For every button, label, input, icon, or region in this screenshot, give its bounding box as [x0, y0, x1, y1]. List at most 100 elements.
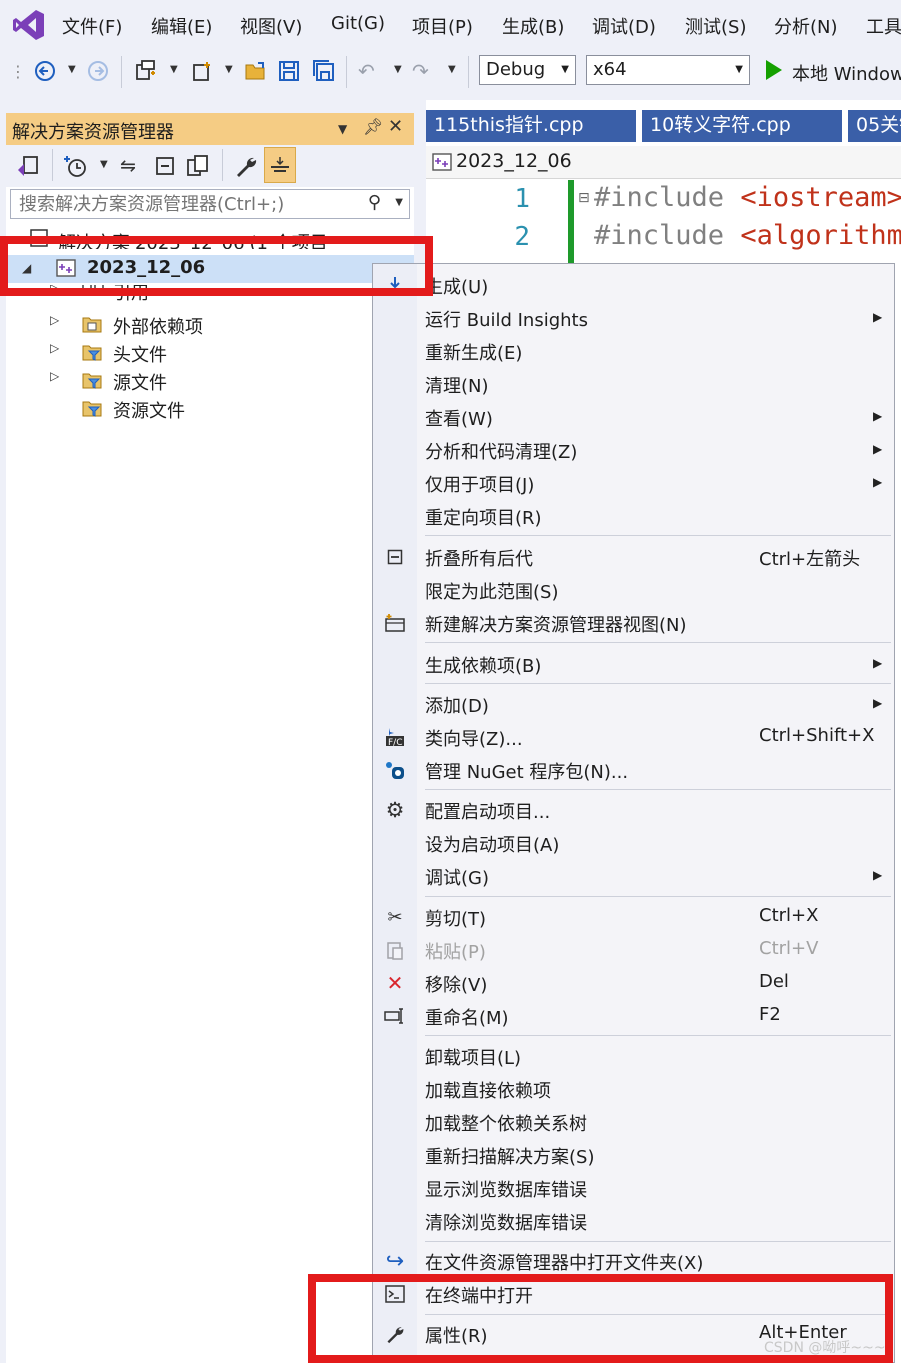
- menu-item-load-direct-deps[interactable]: 加载直接依赖项: [373, 1073, 894, 1106]
- menu-item-rescan-solution[interactable]: 重新扫描解决方案(S): [373, 1139, 894, 1172]
- tree-item-source-files[interactable]: ▷ 源文件: [6, 367, 414, 395]
- back-dropdown-icon[interactable]: ▼: [68, 64, 76, 75]
- tree-item-external-dependencies[interactable]: ▷ 外部依赖项: [6, 311, 414, 339]
- menu-item-project-only[interactable]: 仅用于项目(J) ▶: [373, 467, 894, 500]
- sync-with-active-document-icon[interactable]: ⇋: [120, 153, 136, 179]
- menu-item-new-explorer-view[interactable]: 新建解决方案资源管理器视图(N): [373, 607, 894, 640]
- rename-icon: [383, 1005, 407, 1027]
- menu-tools[interactable]: 工具: [866, 13, 901, 39]
- expand-arrow-icon[interactable]: ▷: [50, 313, 59, 327]
- menu-item-label: 折叠所有后代: [425, 549, 533, 570]
- menu-item-retarget-project[interactable]: 重定向项目(R): [373, 500, 894, 533]
- menu-item-show-browse-db-errors[interactable]: 显示浏览数据库错误: [373, 1172, 894, 1205]
- undo-dropdown-icon[interactable]: ▼: [394, 64, 402, 75]
- solution-explorer-search[interactable]: ⚲ ▼: [10, 189, 410, 219]
- run-button-label[interactable]: 本地 Windows: [792, 60, 901, 86]
- menu-item-label: 重定向项目(R): [425, 508, 542, 529]
- pin-icon[interactable]: 📌︎: [363, 117, 383, 136]
- panel-menu-icon[interactable]: ▼: [338, 122, 347, 136]
- forward-icon[interactable]: [87, 58, 109, 84]
- tab-file[interactable]: 05关键: [848, 110, 901, 142]
- expand-arrow-icon[interactable]: ▷: [50, 341, 59, 355]
- menu-item-shortcut: Ctrl+左箭头: [759, 549, 861, 570]
- menu-item-run-build-insights[interactable]: 运行 Build Insights ▶: [373, 302, 894, 335]
- menu-item-view[interactable]: 查看(W) ▶: [373, 401, 894, 434]
- menu-item-paste[interactable]: 粘贴(P) Ctrl+V: [373, 934, 894, 967]
- platform-select[interactable]: x64 ▼: [586, 55, 750, 85]
- menu-item-rename[interactable]: 重命名(M) F2: [373, 1000, 894, 1033]
- menu-item-remove[interactable]: ✕ 移除(V) Del: [373, 967, 894, 1000]
- menu-debug[interactable]: 调试(D): [592, 13, 656, 39]
- back-icon[interactable]: [34, 58, 56, 84]
- configuration-select[interactable]: Debug ▼: [479, 55, 576, 85]
- menu-test[interactable]: 测试(S): [685, 13, 746, 39]
- menu-item-class-wizard[interactable]: F/C 类向导(Z)... Ctrl+Shift+X: [373, 721, 894, 754]
- open-folder-icon[interactable]: [244, 58, 268, 84]
- solution-config-icon[interactable]: [134, 58, 158, 84]
- menu-separator: [425, 1035, 891, 1036]
- outline-collapse-icon[interactable]: ⊟: [578, 190, 590, 206]
- menu-item-rebuild[interactable]: 重新生成(E): [373, 335, 894, 368]
- tab-file[interactable]: 115this指针.cpp: [426, 110, 636, 142]
- code-line[interactable]: #include <iostream>: [594, 182, 901, 213]
- menu-view[interactable]: 视图(V): [240, 13, 302, 39]
- show-all-files-icon[interactable]: [186, 153, 210, 179]
- save-icon[interactable]: [278, 58, 300, 84]
- switch-views-icon[interactable]: [16, 153, 40, 179]
- menu-item-manage-nuget[interactable]: 管理 NuGet 程序包(N)...: [373, 754, 894, 787]
- properties-wrench-icon[interactable]: [234, 153, 258, 179]
- menu-item-shortcut: F2: [759, 1004, 781, 1025]
- filter-dropdown-icon[interactable]: ▼: [100, 159, 108, 170]
- close-icon[interactable]: ✕: [388, 116, 403, 137]
- highlight-box-project: [0, 236, 433, 296]
- menu-item-add[interactable]: 添加(D) ▶: [373, 688, 894, 721]
- code-line[interactable]: #include <algorithm>: [594, 220, 901, 251]
- pending-changes-filter-icon[interactable]: [64, 153, 88, 179]
- menu-edit[interactable]: 编辑(E): [151, 13, 212, 39]
- search-input[interactable]: [17, 193, 361, 216]
- include-target: <algorithm>: [740, 220, 901, 251]
- save-all-icon[interactable]: [312, 58, 336, 84]
- solution-explorer-header: 解决方案资源管理器 ▼ 📌︎ ✕: [6, 113, 414, 145]
- collapse-all-icon[interactable]: [154, 153, 176, 179]
- menu-item-label: 重命名(M): [425, 1008, 509, 1029]
- expand-arrow-icon[interactable]: ▷: [50, 369, 59, 383]
- redo-icon[interactable]: ↷: [412, 58, 429, 84]
- menu-item-cut[interactable]: ✂ 剪切(T) Ctrl+X: [373, 901, 894, 934]
- menu-item-debug[interactable]: 调试(G) ▶: [373, 860, 894, 893]
- project-context-menu: 生成(U) 运行 Build Insights ▶ 重新生成(E) 清理(N) …: [372, 263, 895, 1363]
- menu-item-load-dep-tree[interactable]: 加载整个依赖关系树: [373, 1106, 894, 1139]
- navigation-bar[interactable]: 2023_12_06: [426, 146, 901, 179]
- menu-item-scope-to-this[interactable]: 限定为此范围(S): [373, 574, 894, 607]
- menu-item-unload-project[interactable]: 卸载项目(L): [373, 1040, 894, 1073]
- menu-project[interactable]: 项目(P): [412, 13, 473, 39]
- undo-icon[interactable]: ↶: [358, 58, 375, 84]
- visual-studio-logo-icon[interactable]: [12, 8, 46, 42]
- menu-file[interactable]: 文件(F): [62, 13, 122, 39]
- menu-build[interactable]: 生成(B): [502, 13, 564, 39]
- preview-selected-items-icon[interactable]: [264, 147, 296, 183]
- menu-git[interactable]: Git(G): [331, 13, 385, 34]
- menu-item-configure-startup[interactable]: ⚙ 配置启动项目...: [373, 794, 894, 827]
- menu-item-build[interactable]: 生成(U): [373, 269, 894, 302]
- menu-item-build-dependencies[interactable]: 生成依赖项(B) ▶: [373, 648, 894, 681]
- tree-item-resource-files[interactable]: 资源文件: [6, 395, 414, 423]
- tab-file[interactable]: 10转义字符.cpp: [642, 110, 842, 142]
- new-item-icon[interactable]: [190, 58, 214, 84]
- menu-item-analyze-code-cleanup[interactable]: 分析和代码清理(Z) ▶: [373, 434, 894, 467]
- toolbar-separator: [121, 56, 122, 88]
- menu-item-collapse-all-descendants[interactable]: 折叠所有后代 Ctrl+左箭头: [373, 541, 894, 574]
- new-item-dropdown-icon[interactable]: ▼: [225, 64, 233, 75]
- redo-dropdown-icon[interactable]: ▼: [448, 64, 456, 75]
- menu-item-clean[interactable]: 清理(N): [373, 368, 894, 401]
- config-dropdown-icon[interactable]: ▼: [170, 64, 178, 75]
- menu-analyze[interactable]: 分析(N): [774, 13, 838, 39]
- toolbar-separator: [52, 149, 53, 181]
- search-icon[interactable]: ⚲: [368, 192, 381, 213]
- filter-folder-icon: [82, 371, 102, 389]
- menu-item-set-as-startup[interactable]: 设为启动项目(A): [373, 827, 894, 860]
- menu-item-clear-browse-db-errors[interactable]: 清除浏览数据库错误: [373, 1205, 894, 1238]
- search-options-dropdown-icon[interactable]: ▼: [395, 197, 403, 208]
- run-play-icon[interactable]: [766, 60, 782, 80]
- tree-item-header-files[interactable]: ▷ 头文件: [6, 339, 414, 367]
